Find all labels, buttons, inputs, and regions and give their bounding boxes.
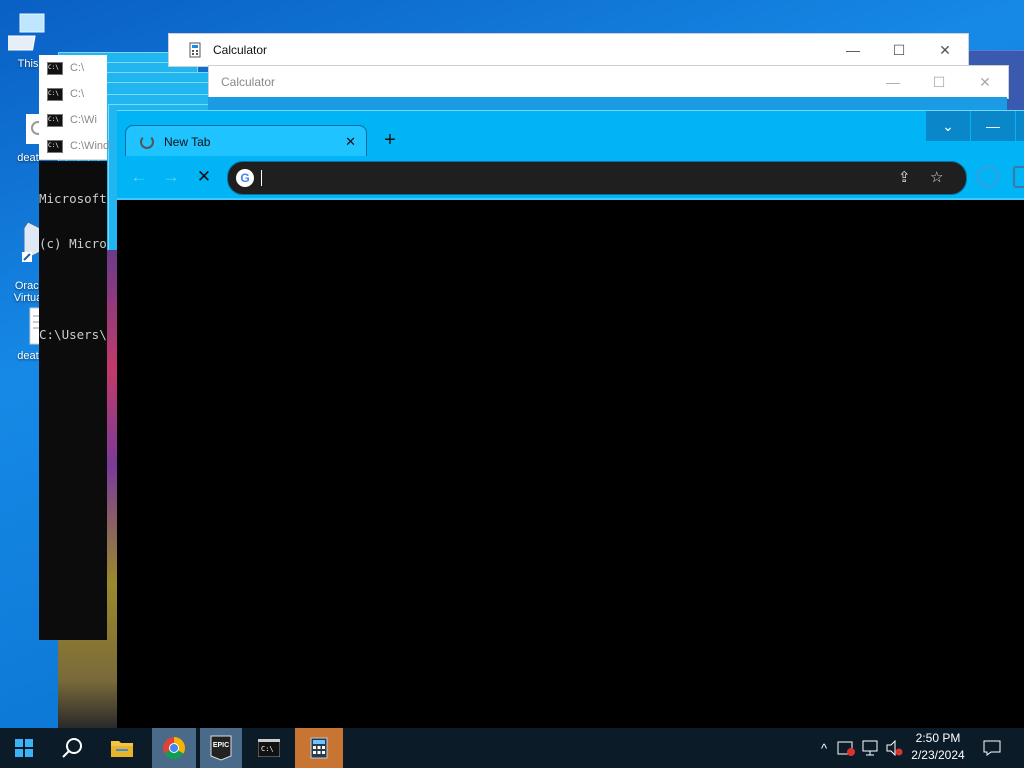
terminal-icon: C:\ <box>258 739 280 757</box>
chrome-icon <box>163 737 185 759</box>
action-center-button[interactable] <box>980 728 1004 768</box>
maximize-button-partial[interactable] <box>1015 111 1024 141</box>
omnibox-input[interactable] <box>264 168 868 188</box>
bookmark-star-icon[interactable]: ☆ <box>930 168 943 186</box>
cmd-window-title: C:\ <box>70 62 85 74</box>
taskbar-file-explorer[interactable] <box>100 728 144 768</box>
maximize-button[interactable]: ☐ <box>876 34 922 66</box>
volume-button[interactable] <box>884 728 904 768</box>
minimize-button[interactable]: — <box>830 34 876 66</box>
page-content[interactable] <box>117 200 1024 728</box>
search-icon <box>62 738 82 758</box>
maximize-button[interactable]: ☐ <box>916 66 962 98</box>
cmd-window-titlebar[interactable]: C:\ C:\Wind <box>39 133 110 160</box>
svg-text:C:\: C:\ <box>261 745 274 753</box>
cmd-window-titlebar[interactable]: C:\ C:\Wi <box>39 107 107 134</box>
desktop-icon-label: Oracl Virtua <box>13 280 43 304</box>
svg-text:EPIC: EPIC <box>213 742 229 749</box>
close-button[interactable]: ✕ <box>922 34 968 66</box>
taskbar-calculator[interactable] <box>295 728 343 768</box>
tray-warning-icon <box>837 741 855 756</box>
chevron-up-icon: ^ <box>820 740 828 756</box>
start-button[interactable] <box>0 728 48 768</box>
desktop-icon-label: This <box>17 58 39 70</box>
tab-search-button[interactable]: ⌄ <box>925 111 970 141</box>
text-caret <box>261 170 262 186</box>
taskbar-command-prompt[interactable]: C:\ <box>248 728 290 768</box>
tab-strip: New Tab ✕ + ⌄ — <box>117 110 1024 158</box>
show-hidden-icons-button[interactable]: ^ <box>814 728 834 768</box>
calculator-icon <box>189 42 201 58</box>
cmd-console[interactable]: Microsoft (c) Micro C:\Users\ <box>39 161 107 640</box>
desktop: This deat Oracl Virtua deat C:\ C:\ C:\ … <box>0 0 1024 728</box>
clock-date: 2/23/2024 <box>911 748 965 762</box>
calculator-icon <box>310 737 328 759</box>
minimize-button[interactable]: — <box>970 111 1015 141</box>
cmd-window-title: C:\ <box>70 88 85 100</box>
volume-muted-icon <box>886 740 903 756</box>
download-icon[interactable]: ↓ <box>977 166 999 188</box>
tab-new-tab[interactable]: New Tab ✕ <box>125 125 367 158</box>
clock-time: 2:50 PM <box>915 731 961 745</box>
google-icon: G <box>236 169 254 187</box>
cmd-icon: C:\ <box>47 61 63 75</box>
epic-games-icon: EPIC <box>210 735 232 761</box>
taskbar-chrome[interactable] <box>152 728 196 768</box>
clock[interactable]: 2:50 PM 2/23/2024 <box>904 730 972 764</box>
desktop-icon-label: deat <box>17 350 39 362</box>
cmd-window-titlebar[interactable]: C:\ C:\ <box>39 55 107 82</box>
calculator-window-front[interactable]: Calculator — ☐ ✕ <box>208 65 1009 99</box>
computer-icon <box>8 13 45 51</box>
share-icon[interactable]: ⇪ <box>898 168 911 186</box>
console-line: Microsoft <box>39 191 107 206</box>
network-icon <box>862 740 878 756</box>
side-panel-icon[interactable] <box>1013 166 1024 188</box>
search-button[interactable] <box>50 728 94 768</box>
calculator-body-edge <box>208 97 1007 110</box>
desktop-icon-label: deat <box>17 152 39 164</box>
notification-icon <box>983 740 1001 756</box>
calculator-window-back[interactable]: Calculator — ☐ ✕ <box>168 33 969 67</box>
windows-logo-icon <box>15 739 33 757</box>
minimize-button[interactable]: — <box>870 66 916 98</box>
loading-spinner-icon <box>140 135 154 149</box>
cmd-window-title: C:\Wind <box>70 140 110 152</box>
address-bar[interactable]: G ⇪ ☆ <box>227 161 967 195</box>
tab-close-icon[interactable]: ✕ <box>345 134 356 150</box>
cmd-icon: C:\ <box>47 87 63 101</box>
cmd-window-titlebar[interactable]: C:\ C:\ <box>39 81 107 108</box>
tab-title: New Tab <box>164 135 211 149</box>
calculator-title: Calculator <box>213 43 268 57</box>
network-button[interactable] <box>860 728 880 768</box>
taskbar-epic-games[interactable]: EPIC <box>200 728 242 768</box>
calculator-title: Calculator <box>221 75 276 89</box>
cmd-window-title: C:\Wi <box>70 114 97 126</box>
cmd-icon: C:\ <box>47 139 63 153</box>
forward-arrow-icon[interactable]: → <box>160 168 182 186</box>
close-button[interactable]: ✕ <box>962 66 1008 98</box>
taskbar: EPIC C:\ ^ 2:50 PM 2/23/2024 <box>0 728 1024 768</box>
new-tab-button[interactable]: + <box>379 130 401 152</box>
stop-loading-icon[interactable]: ✕ <box>193 168 215 186</box>
back-arrow-icon[interactable]: ← <box>128 168 150 186</box>
chrome-toolbar: ← → ✕ G ⇪ ☆ ↓ <box>117 156 1024 200</box>
chrome-window[interactable]: New Tab ✕ + ⌄ — ← → ✕ G ⇪ ☆ ↓ <box>117 110 1024 728</box>
tray-app-icon[interactable] <box>836 728 856 768</box>
console-line: (c) Micro <box>39 236 107 251</box>
console-prompt: C:\Users\ <box>39 327 107 342</box>
cmd-icon: C:\ <box>47 113 63 127</box>
folder-icon <box>111 741 133 757</box>
